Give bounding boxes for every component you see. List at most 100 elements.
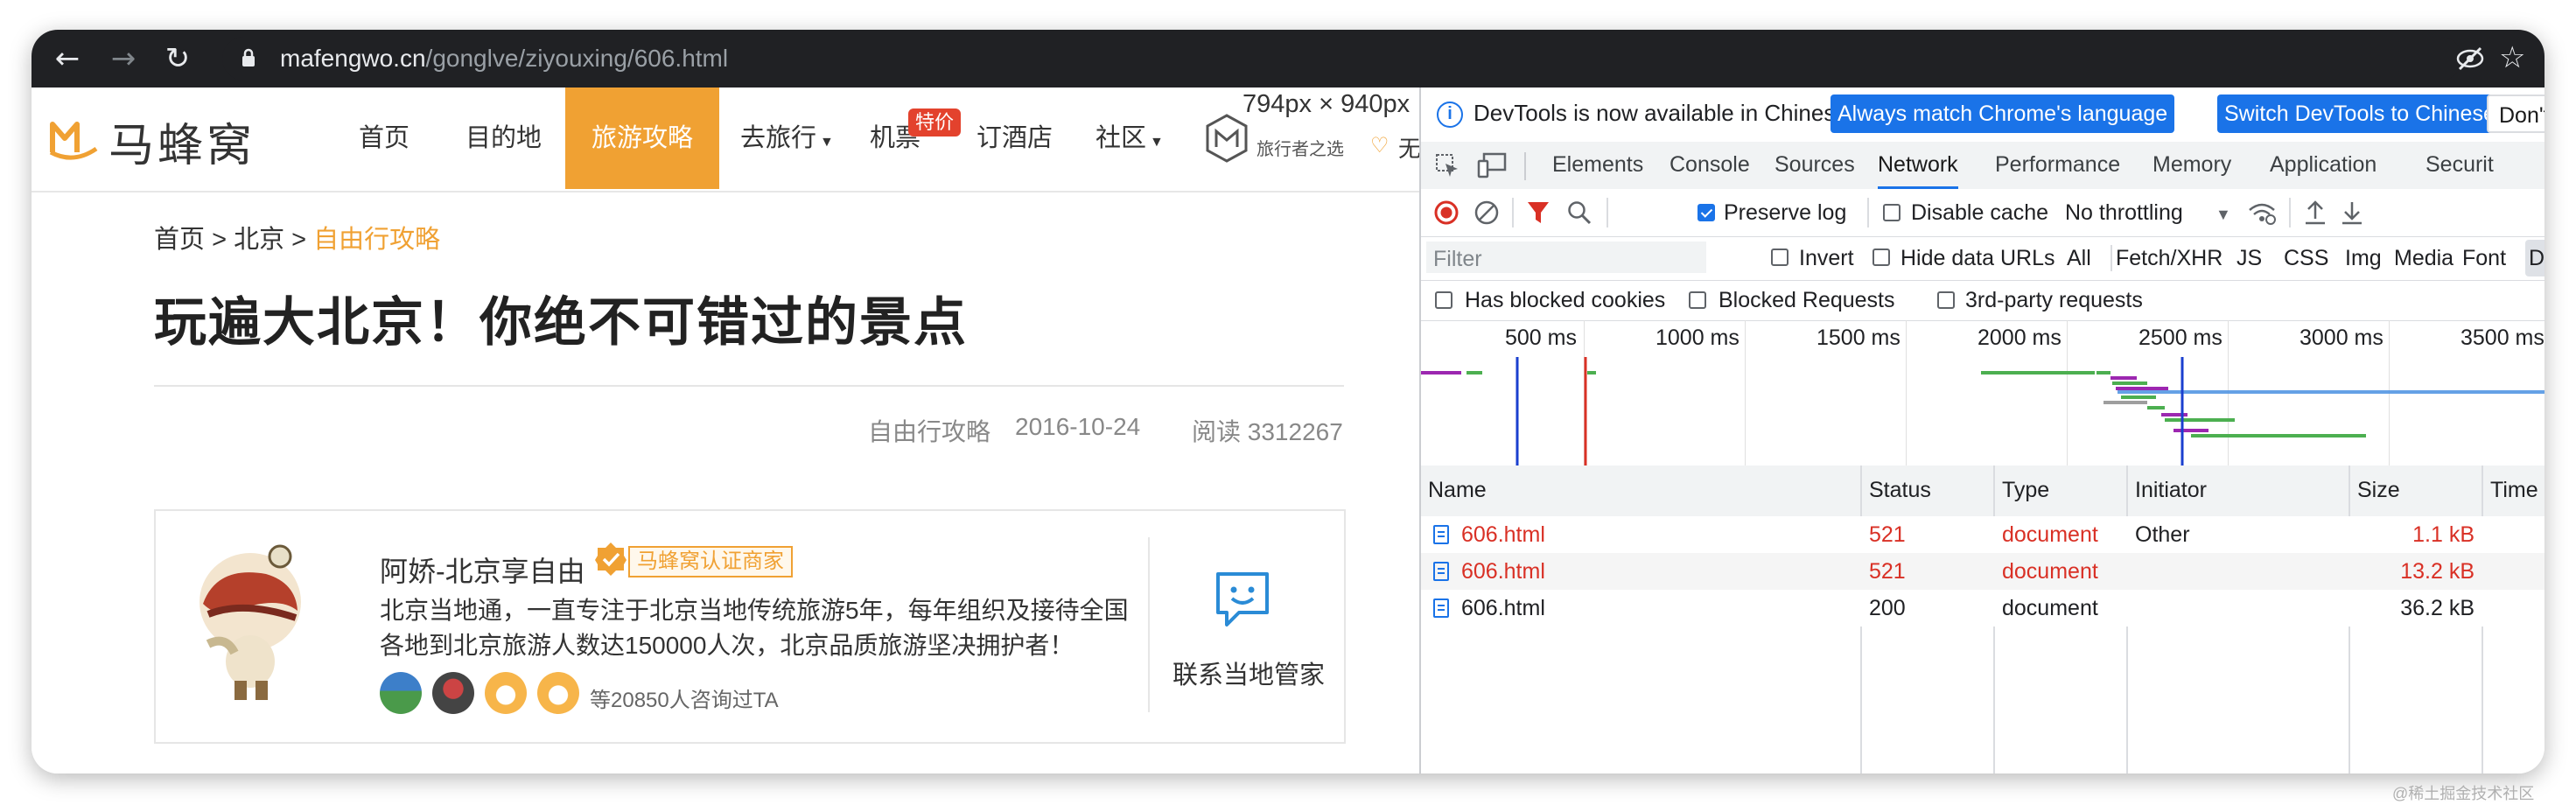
consultant-avatar[interactable] [432, 672, 474, 714]
article-category[interactable]: 自由行攻略 [868, 413, 990, 448]
filter-bar: Filter Invert Hide data URLs All Fetch/X… [1421, 236, 2544, 281]
filter-type-all[interactable]: All [2067, 246, 2091, 271]
tab-elements[interactable]: Elements [1552, 142, 1643, 189]
invert-label[interactable]: Invert [1799, 246, 1854, 271]
nav-travel[interactable]: 去旅行 ▼ [740, 88, 834, 189]
tab-application[interactable]: Application [2270, 142, 2376, 189]
nav-hotels[interactable]: 订酒店 [976, 88, 1053, 189]
consultant-avatar[interactable] [537, 672, 579, 714]
reload-icon[interactable]: ↻ [163, 44, 192, 74]
consultant-avatar[interactable] [380, 672, 422, 714]
request-status: 521 [1869, 559, 1906, 584]
dont-show-again-button[interactable]: Don't [2487, 94, 2544, 133]
hide-data-urls-checkbox[interactable] [1872, 248, 1890, 266]
import-har-icon[interactable] [2303, 200, 2328, 226]
filter-type-img[interactable]: Img [2345, 246, 2382, 271]
tab-console[interactable]: Console [1670, 142, 1750, 189]
nav-flights[interactable]: 机票 [870, 88, 920, 189]
clear-icon[interactable] [1474, 200, 1500, 226]
tab-performance[interactable]: Performance [1995, 142, 2120, 189]
back-icon[interactable]: ← [52, 44, 82, 74]
tab-sources[interactable]: Sources [1774, 142, 1855, 189]
blocked-requests-checkbox[interactable] [1689, 291, 1706, 309]
watermark: @稀土掘金技术社区 [2392, 785, 2535, 802]
nav-community[interactable]: 社区 ▼ [1096, 88, 1164, 189]
chat-icon[interactable] [1213, 569, 1274, 630]
card-divider [1148, 537, 1150, 712]
network-conditions-icon[interactable] [2247, 200, 2277, 226]
request-type: document [2002, 522, 2098, 547]
special-offer-badge: 特价 [908, 108, 962, 136]
stamp-text: 旅行者之选 [1256, 140, 1344, 159]
preserve-log-label[interactable]: Preserve log [1724, 200, 1846, 226]
forward-icon[interactable]: → [108, 44, 138, 74]
throttling-select[interactable]: No throttling ▼ [2065, 200, 2231, 226]
breadcrumb: 首页 > 北京 > 自由行攻略 [154, 219, 440, 256]
logo-text[interactable]: 马蜂窝 [108, 108, 256, 174]
contact-local-butler[interactable]: 联系当地管家 [1172, 654, 1325, 691]
third-party-requests-checkbox[interactable] [1937, 291, 1955, 309]
switch-to-chinese-button[interactable]: Switch DevTools to Chinese [2217, 94, 2502, 133]
column-time[interactable]: Time [2490, 478, 2538, 503]
column-size[interactable]: Size [2357, 478, 2400, 503]
blocked-requests-label[interactable]: Blocked Requests [1718, 288, 1895, 313]
bookmark-star-icon[interactable]: ☆ [2499, 40, 2525, 75]
search-icon[interactable] [1566, 200, 1592, 226]
nav-destinations[interactable]: 目的地 [466, 88, 542, 189]
tab-memory[interactable]: Memory [2152, 142, 2231, 189]
request-row[interactable]: 606.html 521 document Other 1.1 kB [1421, 516, 2544, 553]
consultant-avatar[interactable] [485, 672, 527, 714]
inspect-element-icon[interactable] [1435, 153, 1460, 178]
disable-cache-label[interactable]: Disable cache [1911, 200, 2048, 226]
toolbar-separator [1867, 198, 1869, 228]
disable-cache-checkbox[interactable] [1883, 204, 1900, 221]
infobar-message: DevTools is now available in Chinese! [1474, 100, 1855, 126]
title-divider [154, 385, 1344, 387]
column-type[interactable]: Type [2002, 478, 2049, 503]
column-status[interactable]: Status [1869, 478, 1931, 503]
network-toolbar: Preserve log Disable cache No throttling… [1421, 189, 2544, 237]
filter-funnel-icon[interactable] [1526, 200, 1550, 226]
filter-type-font[interactable]: Font [2462, 246, 2506, 271]
document-icon [1433, 562, 1449, 581]
third-party-requests-label[interactable]: 3rd-party requests [1965, 288, 2143, 313]
tab-network[interactable]: Network [1878, 142, 1958, 189]
filter-type-css[interactable]: CSS [2284, 246, 2328, 271]
has-blocked-cookies-label[interactable]: Has blocked cookies [1465, 288, 1665, 313]
nav-guides[interactable]: 旅游攻略 [565, 88, 719, 189]
mafengwo-logo-icon[interactable] [47, 114, 100, 163]
column-initiator[interactable]: Initiator [2135, 478, 2207, 503]
export-har-icon[interactable] [2340, 200, 2364, 226]
filter-type-fetch-xhr[interactable]: Fetch/XHR [2116, 246, 2222, 271]
filter-type-js[interactable]: JS [2236, 246, 2262, 271]
heart-icon: ♡ [1370, 134, 1390, 158]
author-name[interactable]: 阿娇-北京享自由 [380, 550, 585, 590]
lock-icon[interactable] [242, 48, 256, 67]
breadcrumb-current[interactable]: 自由行攻略 [313, 226, 440, 254]
breadcrumb-beijing[interactable]: 北京 [234, 226, 284, 254]
has-blocked-cookies-checkbox[interactable] [1435, 291, 1452, 309]
eye-off-icon[interactable] [2455, 46, 2485, 72]
url-text[interactable]: mafengwo.cn/gonglve/ziyouxing/606.html [280, 42, 728, 75]
viewport-dimensions-overlay: 794px × 940px [1242, 90, 1410, 118]
nav-home[interactable]: 首页 [359, 88, 410, 189]
tab-security[interactable]: Securit [2426, 142, 2494, 189]
hide-data-urls-label[interactable]: Hide data URLs [1900, 246, 2054, 271]
request-row[interactable]: 606.html 521 document 13.2 kB [1421, 553, 2544, 590]
always-match-language-button[interactable]: Always match Chrome's language [1830, 94, 2175, 133]
request-row[interactable]: 606.html 200 document 36.2 kB [1421, 590, 2544, 626]
web-page: 马蜂窝 首页 目的地 旅游攻略 去旅行 ▼ 机票 特价 订酒店 社区 ▼ 旅行者之选… [32, 88, 1419, 774]
request-type: document [2002, 559, 2098, 584]
column-name[interactable]: Name [1428, 478, 1487, 503]
device-toolbar-icon[interactable] [1477, 152, 1507, 178]
dropdown-caret-icon: ▼ [2216, 206, 2231, 223]
filter-type-media[interactable]: Media [2394, 246, 2454, 271]
filter-type-doc[interactable]: Doc [2529, 246, 2544, 271]
breadcrumb-home[interactable]: 首页 [154, 226, 205, 254]
author-avatar[interactable] [182, 530, 313, 705]
preserve-log-checkbox[interactable] [1698, 204, 1715, 221]
request-size: 36.2 kB [2400, 596, 2474, 620]
record-stop-icon[interactable] [1433, 200, 1460, 226]
network-overview-timeline[interactable]: 500 ms 1000 ms 1500 ms 2000 ms 2500 ms 3… [1421, 320, 2544, 467]
invert-checkbox[interactable] [1771, 248, 1788, 266]
